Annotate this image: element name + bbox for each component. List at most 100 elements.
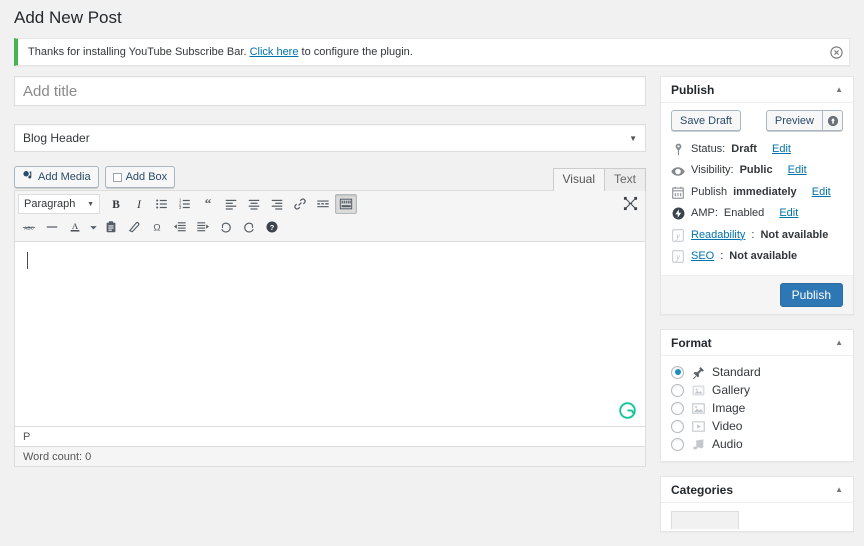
preview-button[interactable]: Preview [765, 110, 823, 132]
notice-text-before: Thanks for installing YouTube Subscribe … [28, 45, 250, 58]
special-character-icon[interactable]: Ω [146, 217, 168, 237]
publish-visibility-row: Visibility: Public Edit [671, 160, 843, 181]
radio-standard[interactable] [671, 365, 684, 379]
svg-text:3: 3 [179, 205, 182, 210]
radio-gallery[interactable] [671, 383, 684, 397]
chevron-up-icon[interactable]: ▲ [835, 338, 843, 347]
format-option-image[interactable]: Image [671, 399, 843, 417]
tab-visual[interactable]: Visual [552, 167, 605, 192]
redo-icon[interactable] [238, 217, 260, 237]
insert-link-icon[interactable] [289, 194, 311, 214]
publish-seo-value: Not available [729, 250, 798, 263]
publish-amp-edit-link[interactable]: Edit [779, 206, 798, 221]
amp-icon [671, 207, 685, 221]
chevron-up-icon[interactable]: ▲ [835, 485, 843, 494]
text-color-caret-icon[interactable] [87, 217, 99, 237]
notice-text-after: to configure the plugin. [298, 45, 413, 58]
publish-status-edit-link[interactable]: Edit [772, 142, 791, 157]
format-option-video[interactable]: Video [671, 417, 843, 435]
publish-amp-label: AMP: [691, 207, 718, 220]
align-left-icon[interactable] [220, 194, 242, 214]
numbered-list-icon[interactable]: 123 [174, 194, 196, 214]
publish-box-body: Save Draft Preview Status: Draft Edit Vi… [661, 103, 853, 275]
publish-status-value: Draft [731, 143, 757, 156]
paragraph-style-value: Paragraph [24, 198, 76, 211]
categories-tab-stub[interactable] [671, 511, 739, 530]
publish-actions: Save Draft Preview [671, 110, 843, 132]
publish-date-edit-link[interactable]: Edit [812, 185, 831, 200]
tab-text[interactable]: Text [603, 167, 646, 192]
format-box-header[interactable]: Format ▲ [661, 330, 853, 357]
dismiss-circle-icon[interactable] [829, 45, 843, 59]
add-media-icon [22, 170, 34, 185]
preview-options-icon[interactable] [823, 110, 843, 132]
paragraph-style-select[interactable]: Paragraph ▼ [18, 194, 100, 215]
editor-word-count: Word count: 0 [14, 447, 646, 468]
publish-button[interactable]: Publish [779, 283, 843, 308]
publish-readability-link[interactable]: Readability [691, 228, 745, 243]
image-format-icon [691, 401, 705, 415]
svg-text:“: “ [205, 197, 212, 211]
align-center-icon[interactable] [243, 194, 265, 214]
text-color-icon[interactable]: A [64, 217, 86, 237]
radio-video[interactable] [671, 419, 684, 433]
editor-element-path: P [14, 427, 646, 448]
bold-icon[interactable]: B [105, 194, 127, 214]
publish-date-label: Publish [691, 185, 728, 198]
read-more-icon[interactable] [312, 194, 334, 214]
plugin-notice: Thanks for installing YouTube Subscribe … [14, 38, 850, 67]
notice-configure-link[interactable]: Click here [250, 46, 299, 58]
indent-icon[interactable] [192, 217, 214, 237]
editor-content-area[interactable] [14, 241, 646, 428]
format-option-gallery[interactable]: Gallery [671, 381, 843, 399]
format-label-video: Video [712, 419, 743, 434]
horizontal-rule-icon[interactable] [41, 217, 63, 237]
clear-formatting-icon[interactable] [123, 217, 145, 237]
calendar-icon [671, 186, 685, 200]
undo-icon[interactable] [215, 217, 237, 237]
publish-readability-row: y Readability: Not available [671, 225, 843, 246]
format-option-audio[interactable]: Audio [671, 435, 843, 453]
format-label-image: Image [712, 401, 746, 416]
svg-text:y: y [675, 253, 680, 262]
svg-text:?: ? [270, 223, 275, 232]
add-box-button[interactable]: Add Box [104, 166, 176, 189]
publish-box-header[interactable]: Publish ▲ [661, 77, 853, 104]
add-box-label: Add Box [125, 170, 168, 183]
align-right-icon[interactable] [266, 194, 288, 214]
publish-seo-link[interactable]: SEO [691, 249, 714, 264]
keyboard-shortcuts-icon[interactable]: ? [261, 217, 283, 237]
distraction-free-mode-icon[interactable] [619, 193, 641, 213]
radio-image[interactable] [671, 401, 684, 415]
publish-visibility-edit-link[interactable]: Edit [788, 163, 807, 178]
categories-box-header[interactable]: Categories ▲ [661, 477, 853, 504]
grammarly-badge-icon[interactable] [619, 402, 636, 419]
video-format-icon [691, 419, 705, 433]
post-title-input[interactable] [14, 76, 646, 107]
save-draft-button[interactable]: Save Draft [671, 110, 741, 132]
eye-icon [671, 164, 685, 178]
post-editor: Add Media Add Box Visual Text Paragraph … [14, 164, 646, 468]
svg-text:A: A [72, 221, 79, 231]
toolbar-toggle-icon[interactable] [335, 194, 357, 215]
add-media-button[interactable]: Add Media [14, 166, 99, 189]
sidebar-column: Publish ▲ Save Draft Preview Status: Dra… [660, 76, 854, 546]
publish-readability-sep: : [751, 228, 755, 241]
paste-as-text-icon[interactable] [100, 217, 122, 237]
format-label-gallery: Gallery [712, 383, 751, 398]
bulleted-list-icon[interactable] [151, 194, 173, 214]
format-box-body: Standard Gallery Image Video Audio [661, 356, 853, 461]
yoast-icon: y [671, 228, 685, 242]
format-option-standard[interactable]: Standard [671, 363, 843, 381]
format-box: Format ▲ Standard Gallery Image Video Au… [660, 329, 854, 463]
pin-icon [671, 143, 685, 157]
outdent-icon[interactable] [169, 217, 191, 237]
pin-format-icon [691, 365, 705, 379]
add-box-checkbox-icon [112, 172, 122, 182]
blockquote-icon[interactable]: “ [197, 194, 219, 214]
template-select[interactable]: Blog Header ▼ [14, 124, 646, 153]
strikethrough-icon[interactable]: ABC [18, 217, 40, 237]
italic-icon[interactable]: I [128, 194, 150, 214]
radio-audio[interactable] [671, 437, 684, 451]
chevron-up-icon[interactable]: ▲ [835, 85, 843, 94]
